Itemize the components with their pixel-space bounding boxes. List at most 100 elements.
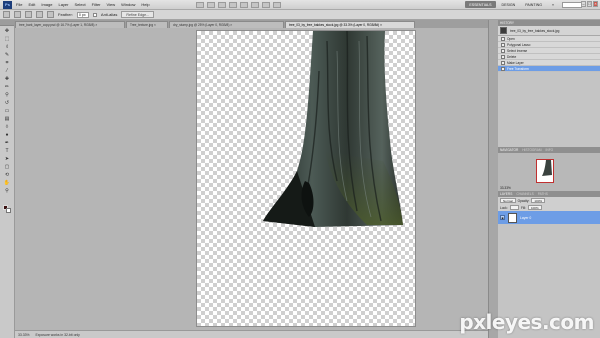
tab-document-3[interactable]: dry_stump.jpg @ 25% (Layer 0, RGB/8) × xyxy=(169,21,284,28)
history-item-label: Select Inverse xyxy=(507,48,528,53)
quick-selection-tool-icon[interactable]: ✎ xyxy=(3,51,12,58)
menu-edit[interactable]: Edit xyxy=(28,2,35,7)
workspace-design[interactable]: DESIGN xyxy=(498,1,520,8)
antialias-checkbox[interactable] xyxy=(92,12,97,17)
visibility-eye-icon[interactable]: ◉ xyxy=(500,215,505,220)
search-field[interactable] xyxy=(562,2,582,8)
tab-paths[interactable]: PATHS xyxy=(538,192,548,196)
menu-select[interactable]: Select xyxy=(75,2,86,7)
opacity-label: Opacity: xyxy=(517,198,530,203)
subtract-selection-button[interactable] xyxy=(36,11,43,18)
feather-field[interactable]: 0 px xyxy=(76,11,89,18)
healing-brush-tool-icon[interactable]: ✚ xyxy=(3,75,12,82)
dodge-tool-icon[interactable]: ● xyxy=(3,131,12,138)
canvas[interactable] xyxy=(196,30,416,327)
gradient-tool-icon[interactable]: ▤ xyxy=(3,115,12,122)
bridge-button[interactable] xyxy=(195,1,204,8)
photoshop-logo: Ps xyxy=(3,0,12,9)
menu-filter[interactable]: Filter xyxy=(92,2,101,7)
eyedropper-tool-icon[interactable]: ⁄ xyxy=(3,67,12,74)
fill-label: Fill: xyxy=(520,205,526,210)
history-empty-space xyxy=(498,72,600,147)
arrange-documents-button[interactable] xyxy=(261,1,270,8)
menu-file[interactable]: File xyxy=(16,2,22,7)
history-state-icon xyxy=(501,60,505,65)
panel-dock: HISTORY tree_03_by_free_bakkes_stock.jpg… xyxy=(498,20,600,338)
navigator-view-box[interactable] xyxy=(536,159,554,183)
history-brush-tool-icon[interactable]: ↺ xyxy=(3,99,12,106)
menu-window[interactable]: Window xyxy=(121,2,135,7)
screen-mode-button[interactable] xyxy=(272,1,281,8)
minibridge-button[interactable] xyxy=(206,1,215,8)
hand-tool-icon[interactable]: ✋ xyxy=(3,179,12,186)
navigator-zoom[interactable]: 33.33% xyxy=(500,186,511,190)
clone-stamp-tool-icon[interactable]: ⚲ xyxy=(3,91,12,98)
document-info[interactable]: Exposure works in 32-bit only xyxy=(36,333,80,337)
tool-preset-picker[interactable] xyxy=(3,11,10,18)
lock-buttons[interactable] xyxy=(509,205,519,210)
minimize-button[interactable]: – xyxy=(581,1,586,7)
antialias-label: Anti-alias xyxy=(100,12,118,17)
eraser-tool-icon[interactable]: ▭ xyxy=(3,107,12,114)
tab-document-2[interactable]: Tree_texture.jpg × xyxy=(126,21,168,28)
tab-channels[interactable]: CHANNELS xyxy=(516,192,533,196)
blur-tool-icon[interactable]: ◊ xyxy=(3,123,12,130)
layer-name[interactable]: Layer 0 xyxy=(520,216,531,220)
tab-document-active[interactable]: tree_03_by_free_bakkes_stock.jpg @ 33.3%… xyxy=(285,21,415,28)
menu-help[interactable]: Help xyxy=(141,2,149,7)
tab-info[interactable]: INFO xyxy=(546,148,554,152)
3d-rotate-tool-icon[interactable]: ⟲ xyxy=(3,171,12,178)
menu-image[interactable]: Image xyxy=(41,2,52,7)
history-state-icon xyxy=(501,48,505,53)
new-selection-button[interactable] xyxy=(14,11,21,18)
close-button[interactable]: × xyxy=(593,1,598,7)
maximize-button[interactable]: □ xyxy=(587,1,592,7)
rotate-view-button[interactable] xyxy=(250,1,259,8)
tools-panel-header[interactable] xyxy=(0,20,14,26)
crop-tool-icon[interactable]: ⌗ xyxy=(3,59,12,66)
tab-document-1[interactable]: tree_bark_layer_copy.psd @ 16.7% (Layer … xyxy=(15,21,125,28)
history-panel-title[interactable]: HISTORY xyxy=(500,21,514,25)
fill-field[interactable]: 100% xyxy=(527,205,542,210)
workspace-switcher: ESSENTIALS DESIGN PAINTING » xyxy=(465,1,558,8)
hand-tool-button[interactable] xyxy=(239,1,248,8)
shape-tool-icon[interactable]: ▢ xyxy=(3,163,12,170)
tools-panel: ✥ ⬚ ℓ ✎ ⌗ ⁄ ✚ ✏ ⚲ ↺ ▭ ▤ ◊ ● ✒ T ➤ ▢ ⟲ ✋ … xyxy=(0,20,15,338)
move-tool-icon[interactable]: ✥ xyxy=(3,27,12,34)
view-extras-button[interactable] xyxy=(217,1,226,8)
blend-mode-select[interactable]: Normal xyxy=(500,198,516,203)
marquee-tool-icon[interactable]: ⬚ xyxy=(3,35,12,42)
history-item-label: Free Transform xyxy=(507,66,529,71)
collapsed-panel-strip xyxy=(488,20,498,338)
workspace-essentials[interactable]: ESSENTIALS xyxy=(465,1,496,8)
layer-row[interactable]: ◉ Layer 0 xyxy=(498,211,600,224)
refine-edge-button[interactable]: Refine Edge... xyxy=(121,11,155,18)
opacity-field[interactable]: 100% xyxy=(531,198,546,203)
background-color-swatch[interactable] xyxy=(6,208,11,213)
navigator-thumbnail xyxy=(542,160,552,176)
tab-layers[interactable]: LAYERS xyxy=(500,192,512,196)
history-state-icon xyxy=(501,36,505,41)
add-to-selection-button[interactable] xyxy=(25,11,32,18)
brush-tool-icon[interactable]: ✏ xyxy=(3,83,12,90)
history-state-icon xyxy=(501,42,505,47)
intersect-selection-button[interactable] xyxy=(47,11,54,18)
status-bar: 33.33% Exposure works in 32-bit only xyxy=(15,330,498,338)
workspace-more[interactable]: » xyxy=(548,1,558,8)
navigator-preview[interactable]: 33.33% xyxy=(498,153,600,191)
tab-navigator[interactable]: NAVIGATOR xyxy=(500,148,518,152)
workspace-painting[interactable]: PAINTING xyxy=(521,1,546,8)
pen-tool-icon[interactable]: ✒ xyxy=(3,139,12,146)
menu-layer[interactable]: Layer xyxy=(58,2,68,7)
document-tabs: tree_bark_layer_copy.psd @ 16.7% (Layer … xyxy=(15,20,498,28)
lasso-tool-icon[interactable]: ℓ xyxy=(3,43,12,50)
zoom-tool-icon[interactable]: ⚲ xyxy=(3,187,12,194)
zoom-level-button[interactable] xyxy=(228,1,237,8)
tab-histogram[interactable]: HISTOGRAM xyxy=(522,148,541,152)
menu-view[interactable]: View xyxy=(107,2,116,7)
type-tool-icon[interactable]: T xyxy=(3,147,12,154)
history-state-icon xyxy=(501,66,505,71)
history-snapshot[interactable]: tree_03_by_free_bakkes_stock.jpg xyxy=(498,26,600,36)
path-selection-tool-icon[interactable]: ➤ xyxy=(3,155,12,162)
zoom-readout[interactable]: 33.33% xyxy=(18,333,30,337)
